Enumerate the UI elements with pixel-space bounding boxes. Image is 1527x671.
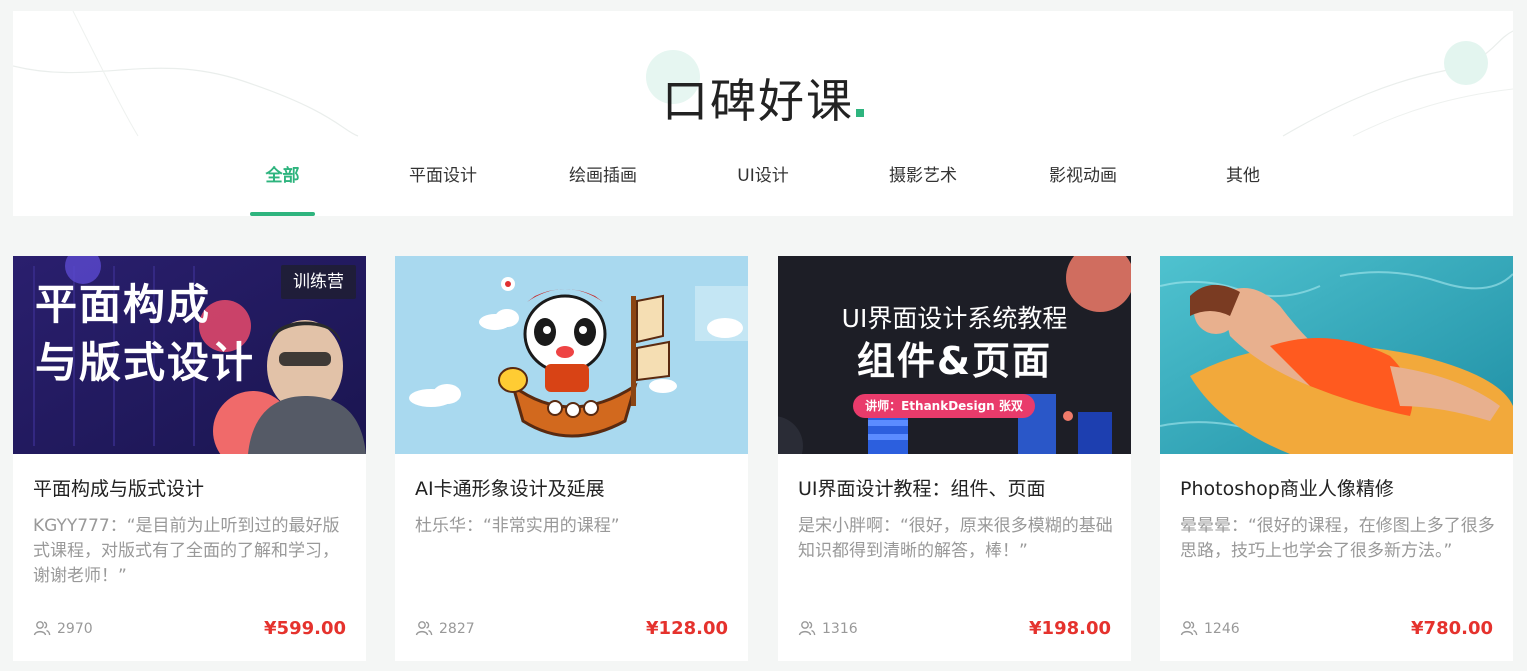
cover-text-line3: 讲师：EthankDesign 张双 <box>865 399 1023 413</box>
student-count-value: 1316 <box>822 621 858 637</box>
course-price: ¥599.00 <box>264 618 346 639</box>
course-review: KGYY777：“是目前为止听到过的最好版式课程，对版式有了全面的了解和学习，谢… <box>33 516 340 586</box>
course-review: 晕晕晕：“很好的课程，在修图上多了很多思路，技巧上也学会了很多新方法。” <box>1180 516 1495 561</box>
section-title-text: 口碑好课 <box>662 74 854 128</box>
users-icon <box>1180 621 1198 636</box>
tab-animation[interactable]: 影视动画 <box>1038 161 1128 216</box>
users-icon <box>798 621 816 636</box>
cover-text-line1: 平面构成 <box>35 280 212 329</box>
camp-badge: 训练营 <box>281 265 356 299</box>
cover-text-line1: UI界面设计系统教程 <box>841 304 1068 333</box>
tab-other[interactable]: 其他 <box>1198 161 1288 216</box>
tab-graphic-design[interactable]: 平面设计 <box>398 161 488 216</box>
course-title[interactable]: Photoshop商业人像精修 <box>1180 476 1500 502</box>
course-card[interactable]: Photoshop商业人像精修 晕晕晕：“很好的课程，在修图上多了很多思路，技巧… <box>1160 256 1513 661</box>
tab-illustration[interactable]: 绘画插画 <box>558 161 648 216</box>
course-cover <box>1160 256 1513 454</box>
student-count-value: 2827 <box>439 621 475 637</box>
tab-photography[interactable]: 摄影艺术 <box>878 161 968 216</box>
tab-all[interactable]: 全部 <box>250 161 315 216</box>
course-card[interactable]: AI卡通形象设计及延展 杜乐华：“非常实用的课程” 2827 ¥128.00 <box>395 256 748 661</box>
student-count-value: 2970 <box>57 621 93 637</box>
course-footer: 1316 ¥198.00 <box>798 616 1111 642</box>
section-title: 口碑好课 <box>13 73 1513 129</box>
users-icon <box>415 621 433 636</box>
cover-text-line2: 与版式设计 <box>35 338 256 387</box>
course-card[interactable]: 平面构成 与版式设计 训练营 平面构成与版式设计 KGYY777：“是目前为止听… <box>13 256 366 661</box>
course-footer: 1246 ¥780.00 <box>1180 616 1493 642</box>
student-count: 1246 <box>1180 620 1240 638</box>
student-count: 2827 <box>415 620 475 638</box>
course-cover: UI界面设计系统教程 组件&页面 讲师：EthankDesign 张双 <box>778 256 1131 454</box>
title-accent-dot <box>856 109 864 117</box>
course-cover: 平面构成 与版式设计 训练营 <box>13 256 366 454</box>
student-count-value: 1246 <box>1204 621 1240 637</box>
student-count: 2970 <box>33 620 93 638</box>
course-price: ¥780.00 <box>1411 618 1493 639</box>
cover-text-line2: 组件&页面 <box>856 339 1053 383</box>
tab-ui-design[interactable]: UI设计 <box>718 161 808 216</box>
course-price: ¥198.00 <box>1029 618 1111 639</box>
student-count: 1316 <box>798 620 858 638</box>
course-title[interactable]: UI界面设计教程：组件、页面 <box>798 476 1118 502</box>
section-header: 口碑好课 全部 平面设计 绘画插画 UI设计 摄影艺术 影视动画 其他 <box>13 11 1513 216</box>
course-price: ¥128.00 <box>646 618 728 639</box>
course-cover <box>395 256 748 454</box>
category-tabs: 全部 平面设计 绘画插画 UI设计 摄影艺术 影视动画 其他 <box>13 161 1513 216</box>
course-footer: 2970 ¥599.00 <box>33 616 346 642</box>
course-card[interactable]: UI界面设计系统教程 组件&页面 讲师：EthankDesign 张双 UI界面… <box>778 256 1131 661</box>
course-title[interactable]: 平面构成与版式设计 <box>33 476 353 502</box>
course-review: 是宋小胖啊：“很好，原来很多模糊的基础知识都得到清晰的解答，棒！” <box>798 516 1113 561</box>
course-review: 杜乐华：“非常实用的课程” <box>415 516 620 536</box>
course-title[interactable]: AI卡通形象设计及延展 <box>415 476 735 502</box>
course-footer: 2827 ¥128.00 <box>415 616 728 642</box>
users-icon <box>33 621 51 636</box>
